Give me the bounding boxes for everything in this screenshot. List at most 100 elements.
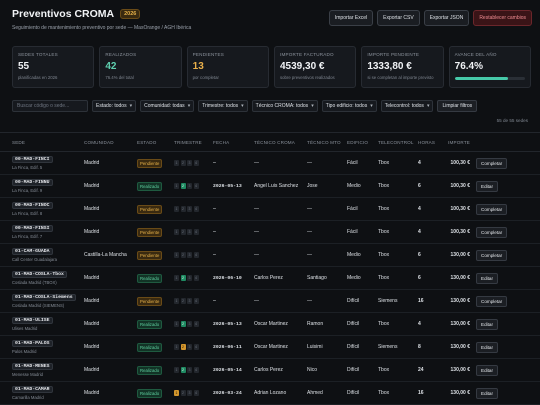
edit-button[interactable]: Editar (476, 318, 499, 330)
table-row: 01-MAD-COSLA-Siemens Coslada Madrid (SIEM… (0, 290, 540, 313)
quarter-chip[interactable]: 3 (187, 367, 192, 373)
quarter-chip[interactable]: 1 (174, 206, 179, 212)
quarter-chip[interactable]: 3 (187, 275, 192, 281)
quarter-chip[interactable]: 4 (193, 252, 199, 258)
importe-cell: 130,00 € (450, 298, 470, 304)
quarter-chip[interactable]: 4 (193, 229, 199, 235)
quarter-chip[interactable]: 1 (174, 275, 179, 281)
sede-cell: 00-MAD-FINSI La Finca, Edif. 7 (0, 225, 84, 239)
quarter-chip[interactable]: 3 (187, 321, 192, 327)
filter-select[interactable]: Trimestre: todos ▾ (198, 100, 248, 112)
complete-button[interactable]: Completar (476, 226, 508, 238)
quarter-chip[interactable]: 4 (193, 160, 199, 166)
importe-cell: 100,30 € (450, 206, 470, 212)
quarter-chip[interactable]: 3 (187, 252, 192, 258)
export-csv-button[interactable]: Exportar CSV (377, 10, 420, 26)
kpi-label: Importe facturado (279, 52, 334, 57)
quarter-chip[interactable]: 3 (187, 390, 192, 396)
quarter-chip[interactable]: 1 (174, 183, 179, 189)
quarter-chip[interactable]: 1 (174, 229, 179, 235)
quarter-chip[interactable]: 2 (180, 206, 186, 212)
action-cell: Completar (476, 295, 526, 307)
status-badge: Realizado (137, 365, 163, 375)
export-json-button[interactable]: Exportar JSON (423, 10, 470, 26)
complete-button[interactable]: Completar (476, 295, 508, 307)
column-header: Comunidad (84, 139, 114, 145)
quarter-chip[interactable]: 2 (180, 367, 186, 373)
progress-fill (454, 77, 509, 80)
reset-changes-button[interactable]: Restablecer cambios (473, 10, 532, 26)
quarter-chip[interactable]: 2 (180, 252, 186, 258)
table-row: 01-MAD-CAMAR Camarilla Madrid Madrid Realiz… (0, 382, 540, 405)
quarter-chip[interactable]: 1 (174, 160, 179, 166)
quarter-chip[interactable]: 3 (187, 229, 192, 235)
tecnico-mto-cell: Ahmed (307, 390, 323, 396)
quarter-chip[interactable]: 1 (174, 321, 179, 327)
edit-button[interactable]: Editar (476, 387, 499, 399)
quarter-chip[interactable]: 3 (187, 183, 192, 189)
quarter-chip[interactable]: 4 (193, 344, 199, 350)
column-header: Edificio (347, 139, 369, 145)
sede-name: Ulises Madrid (12, 326, 38, 331)
filter-select[interactable]: Comunidad: todas ▾ (140, 100, 195, 112)
clear-filters-button[interactable]: Limpiar filtros (437, 100, 478, 112)
quarter-chip[interactable]: 1 (174, 390, 179, 396)
quarter-chip[interactable]: 4 (193, 367, 199, 373)
complete-button[interactable]: Completar (476, 249, 508, 261)
quarter-chip[interactable]: 4 (193, 321, 199, 327)
edificio-cell: Medio (347, 252, 361, 258)
edit-button[interactable]: Editar (476, 272, 499, 284)
tecnico-mto-cell: Jose (307, 183, 318, 189)
quarter-chip[interactable]: 1 (174, 252, 179, 258)
quarter-chip[interactable]: 3 (187, 206, 192, 212)
sede-name: Palos Madrid (12, 349, 37, 354)
trimestre-cell: 1234 (174, 275, 213, 281)
filter-select[interactable]: Técnico CROMA: todos ▾ (251, 100, 318, 112)
sede-cell: 01-MAD-CAMAR Camarilla Madrid (0, 386, 84, 400)
importe-cell: 100,30 € (450, 160, 470, 166)
import-excel-button[interactable]: Importar Excel (328, 10, 374, 26)
search-input[interactable] (12, 100, 88, 112)
sede-name: La Finca, Edif. 7 (12, 234, 43, 239)
horas-cell: 4 (418, 160, 421, 166)
quarter-chip[interactable]: 4 (193, 298, 199, 304)
quarter-chip[interactable]: 2 (180, 344, 186, 350)
quarter-chip[interactable]: 3 (187, 160, 192, 166)
table-body: 00-MAD-FINCI La Finca, Edif. 5 Madrid Pendi… (0, 152, 540, 405)
quarter-chip[interactable]: 3 (187, 344, 192, 350)
quarter-chip[interactable]: 4 (193, 275, 199, 281)
sede-cell: 00-MAD-FINCI La Finca, Edif. 5 (0, 156, 84, 170)
filter-select-label: Comunidad: todas (144, 103, 185, 109)
table-row: 00-MAD-FINOC La Finca, Edif. 8 Madrid Pendi… (0, 198, 540, 221)
quarter-chip[interactable]: 2 (180, 275, 186, 281)
quarter-chip[interactable]: 2 (180, 298, 186, 304)
edificio-cell: Difícil (347, 344, 360, 350)
table-row: 01-MAD-ULISE Ulises Madrid Madrid Realizado… (0, 313, 540, 336)
quarter-chip[interactable]: 1 (174, 367, 179, 373)
quarter-chip[interactable]: 2 (180, 229, 186, 235)
kpi-card: Importe facturado 4539,30 € sobre preventi… (273, 46, 357, 88)
quarter-selector: 1234 (174, 390, 213, 396)
quarter-chip[interactable]: 4 (193, 206, 199, 212)
quarter-chip[interactable]: 2 (180, 321, 186, 327)
edit-button[interactable]: Editar (476, 341, 499, 353)
estado-cell: Realizado (137, 319, 174, 329)
quarter-chip[interactable]: 2 (180, 160, 186, 166)
quarter-chip[interactable]: 4 (193, 390, 199, 396)
edit-button[interactable]: Editar (476, 180, 499, 192)
quarter-chip[interactable]: 1 (174, 344, 179, 350)
quarter-chip[interactable]: 2 (180, 390, 186, 396)
quarter-chip[interactable]: 2 (180, 183, 186, 189)
filter-select[interactable]: Tipo edificio: todos ▾ (321, 100, 377, 112)
edit-button[interactable]: Editar (476, 364, 499, 376)
edificio-cell: Fácil (347, 206, 358, 212)
complete-button[interactable]: Completar (476, 157, 508, 169)
filter-select[interactable]: Estado: todos ▾ (92, 100, 137, 112)
quarter-chip[interactable]: 3 (187, 298, 192, 304)
sede-name: La Finca, Edif. 5 (12, 165, 43, 170)
sede-cell: 01-MAD-ULISE Ulises Madrid (0, 317, 84, 331)
quarter-chip[interactable]: 4 (193, 183, 199, 189)
complete-button[interactable]: Completar (476, 203, 508, 215)
quarter-chip[interactable]: 1 (174, 298, 179, 304)
filter-select[interactable]: Telecontrol: todos ▾ (380, 100, 434, 112)
